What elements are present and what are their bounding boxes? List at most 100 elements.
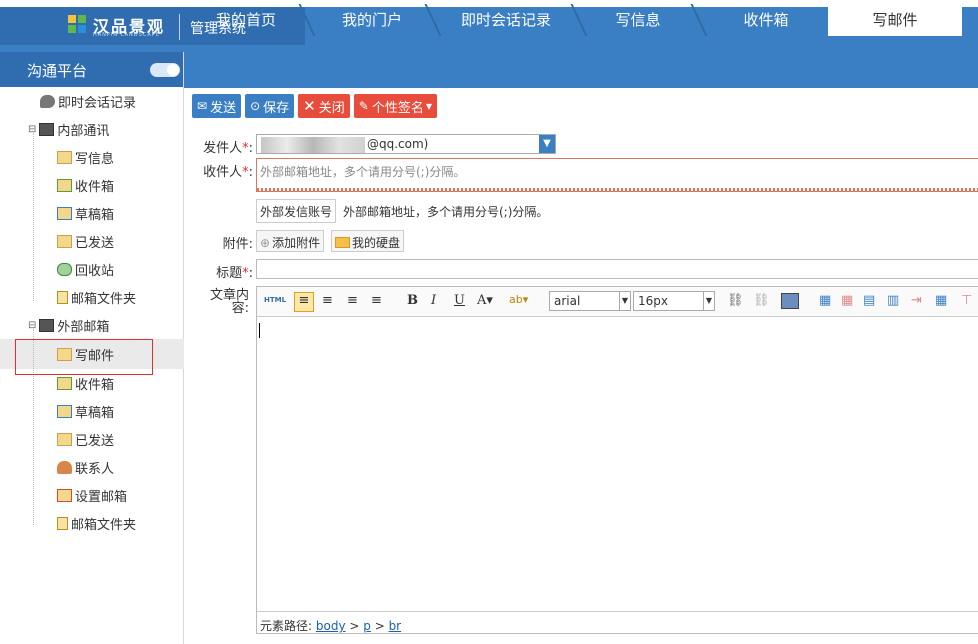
chat-icon <box>40 94 55 108</box>
sidebar-item[interactable]: 联系人 <box>57 453 114 481</box>
sidebar-item[interactable]: 已发送 <box>57 425 114 453</box>
chevron-down-icon: ▼ <box>539 135 555 153</box>
font-size-value: 16px <box>638 294 668 308</box>
body-label: 文章内容: <box>209 288 249 316</box>
logo-icon <box>68 15 86 33</box>
pencil-icon: ✎ <box>358 99 369 113</box>
font-color-icon[interactable]: A▾ <box>477 293 493 308</box>
element-path-label: 元素路径: <box>260 619 313 633</box>
external-account-button[interactable]: 外部发信账号 <box>256 199 337 223</box>
sidebar-item-label: 外部邮箱 <box>57 319 110 335</box>
inbox-icon <box>57 178 72 192</box>
underline-icon[interactable]: U <box>454 293 465 308</box>
tab-4[interactable]: 收件箱 <box>712 4 820 36</box>
external-hint: 外部邮箱地址，多个请用分号(;)分隔。 <box>343 205 549 219</box>
sidebar-item[interactable]: 回收站 <box>57 255 114 283</box>
sidebar-item[interactable]: 已发送 <box>57 227 114 255</box>
folder-icon <box>57 516 68 530</box>
sidebar-group[interactable]: ⊟ 内部通讯 <box>28 115 109 143</box>
sidebar-item[interactable]: 邮箱文件夹 <box>57 283 136 311</box>
table-icon[interactable]: ▦ <box>819 293 831 308</box>
align-right-icon[interactable]: ≡ <box>347 293 358 308</box>
contact-icon <box>57 460 72 474</box>
sender-select[interactable]: @qq.com) ▼ <box>256 134 556 154</box>
tab-0[interactable]: 我的首页 <box>192 4 300 36</box>
tab-5[interactable]: 写邮件 <box>828 4 962 36</box>
path-body-link[interactable]: body <box>316 619 346 633</box>
tab-1[interactable]: 我的门户 <box>318 4 426 36</box>
sidebar-item-label: 邮箱文件夹 <box>71 517 137 533</box>
send-button[interactable]: ✉ 发送 <box>192 94 242 118</box>
align-justify-icon[interactable]: ≡ <box>371 293 382 308</box>
insert-col-icon[interactable]: ▥ <box>887 293 899 308</box>
sidebar-item[interactable]: 草稿箱 <box>57 199 114 227</box>
sidebar-item-label: 草稿箱 <box>75 405 115 421</box>
add-attachment-button[interactable]: ⊕ 添加附件 <box>256 230 325 252</box>
tab-3[interactable]: 写信息 <box>584 4 692 36</box>
tab-2[interactable]: 即时会话记录 <box>440 4 572 36</box>
chevron-down-icon: ▼ <box>425 101 432 111</box>
sent-icon <box>57 234 72 248</box>
sidebar-item-label: 收件箱 <box>75 377 115 393</box>
editor-toolbar: HTML ≡ ≡ ≡ ≡ B I U A▾ ab▾ arial ▼ 16px ▼… <box>257 287 978 317</box>
insert-row-icon[interactable]: ▤ <box>863 293 875 308</box>
merge-cells-icon[interactable]: ▦ <box>935 293 947 308</box>
sidebar-item[interactable]: 即时会话记录 <box>40 87 136 115</box>
path-p-link[interactable]: p <box>363 619 371 633</box>
close-icon: ✕ <box>303 97 316 115</box>
receiver-placeholder: 外部邮箱地址，多个请用分号(;)分隔。 <box>260 165 466 179</box>
sidebar-toggle[interactable] <box>150 63 180 77</box>
signature-button[interactable]: ✎ 个性签名 ▼ <box>353 94 437 118</box>
receiver-label: 收件人*: <box>203 165 253 180</box>
logo-divider <box>179 14 180 40</box>
send-icon: ✉ <box>197 99 208 113</box>
close-button[interactable]: ✕ 关闭 <box>298 94 350 118</box>
sidebar-item[interactable]: 设置邮箱 <box>57 481 127 509</box>
sidebar-item-label: 已发送 <box>75 235 115 251</box>
my-disk-button[interactable]: 我的硬盘 <box>331 230 405 252</box>
align-left-icon[interactable]: ≡ <box>294 292 314 312</box>
sidebar-title-text: 沟通平台 <box>27 62 88 80</box>
subject-label: 标题*: <box>216 266 253 281</box>
sidebar-item[interactable]: 草稿箱 <box>57 397 114 425</box>
receiver-input[interactable]: 外部邮箱地址，多个请用分号(;)分隔。 <box>256 158 978 192</box>
sidebar-item-label: 已发送 <box>75 433 115 449</box>
italic-icon[interactable]: I <box>431 293 436 308</box>
sidebar-group[interactable]: ⊟ 外部邮箱 <box>28 311 109 339</box>
redacted-sender <box>261 137 365 153</box>
my-disk-label: 我的硬盘 <box>352 236 401 250</box>
image-icon[interactable] <box>781 293 799 309</box>
split-cells-icon[interactable]: ⊤ <box>961 293 972 308</box>
tab-overflow[interactable] <box>966 4 978 36</box>
tree-connector <box>33 133 34 301</box>
mail-toolbar: ✉ 发送 ⊙ 保存 ✕ 关闭 ✎ 个性签名 ▼ <box>192 94 437 118</box>
unlink-icon[interactable]: ⛓ <box>753 293 770 308</box>
sidebar-item[interactable]: 收件箱 <box>57 171 114 199</box>
bold-icon[interactable]: B <box>407 293 418 308</box>
add-attachment-label: 添加附件 <box>272 236 321 250</box>
path-br-link[interactable]: br <box>389 619 402 633</box>
sender-label: 发件人*: <box>203 141 253 156</box>
subject-input[interactable] <box>256 259 978 279</box>
font-family-select[interactable]: arial ▼ <box>549 291 631 311</box>
table-delete-icon[interactable]: ▦ <box>841 293 853 308</box>
mail-folder-icon <box>39 122 55 136</box>
tab-bar <box>184 52 978 88</box>
drafts-icon <box>57 206 72 220</box>
sidebar-item[interactable]: 写信息 <box>57 143 114 171</box>
drafts-icon <box>57 404 72 418</box>
sidebar-item[interactable]: 邮箱文件夹 <box>57 509 136 537</box>
link-icon[interactable]: ⛓ <box>727 293 744 308</box>
align-center-icon[interactable]: ≡ <box>322 293 333 308</box>
editor-body[interactable] <box>257 318 978 610</box>
html-source-button[interactable]: HTML <box>264 296 286 304</box>
chevron-down-icon: ▼ <box>619 292 630 310</box>
sidebar-title: 沟通平台 <box>0 52 183 87</box>
sender-value: @qq.com) <box>367 137 429 151</box>
delete-row-icon[interactable]: ⇥ <box>911 293 922 308</box>
font-size-select[interactable]: 16px ▼ <box>633 291 715 311</box>
inbox-icon <box>57 376 72 390</box>
save-button[interactable]: ⊙ 保存 <box>245 94 295 118</box>
error-underline <box>257 188 978 191</box>
highlight-icon[interactable]: ab▾ <box>509 293 528 306</box>
